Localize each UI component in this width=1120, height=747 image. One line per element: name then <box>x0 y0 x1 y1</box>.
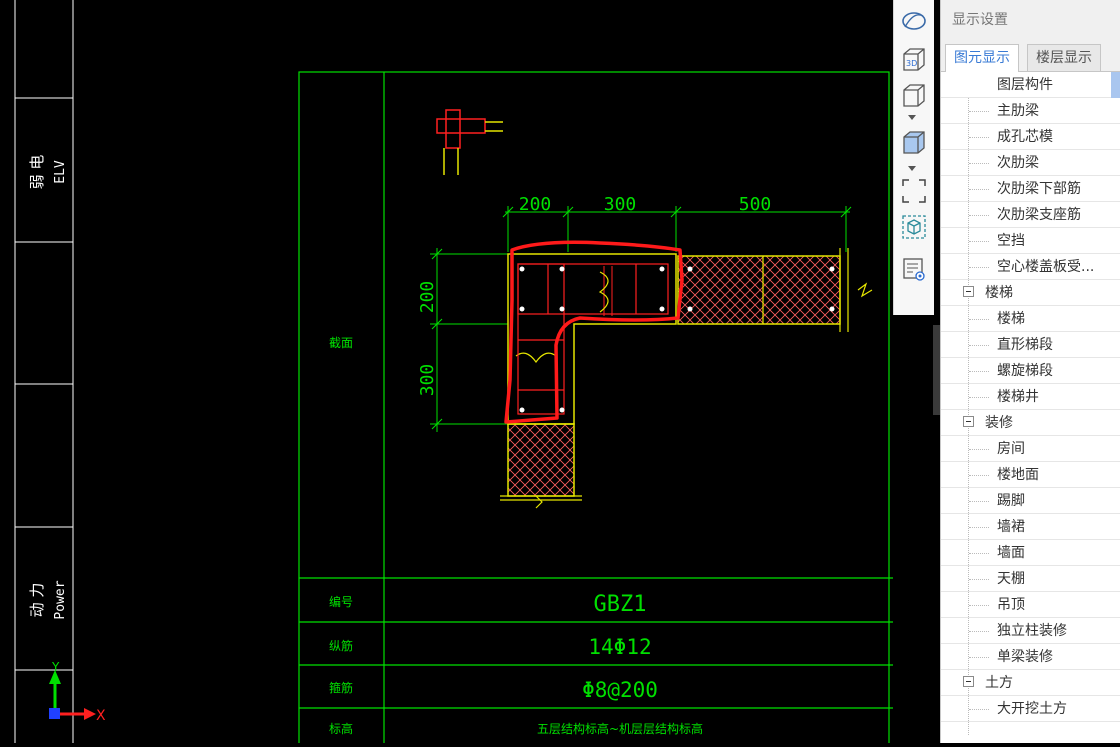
tree-item-dado[interactable]: 墙裙 <box>941 514 1120 540</box>
cube-view-icon <box>903 84 925 107</box>
tree-item-floor-finish[interactable]: 楼地面 <box>941 462 1120 488</box>
row-value-long-rebar: 14Φ12 <box>588 635 651 659</box>
panel-title: 显示设置 <box>941 0 1120 40</box>
view-3d-icon: 3D <box>903 48 925 71</box>
rebar-section <box>517 263 669 415</box>
collapse-icon[interactable] <box>963 676 974 687</box>
elv-label-en: ELV <box>53 160 68 184</box>
component-icon <box>902 215 926 239</box>
cube-view-button[interactable] <box>899 80 929 110</box>
tree-item-straight-flight[interactable]: 直形梯段 <box>941 332 1120 358</box>
elv-label-cn: 弱 电 <box>28 155 46 190</box>
tree-item-core-mold[interactable]: 成孔芯模 <box>941 124 1120 150</box>
section-label: 截面 <box>329 336 353 350</box>
table-labels: 截面 编号 GBZ1 纵筋 14Φ12 箍筋 Φ8@200 标高 五层结构标高~… <box>329 336 703 736</box>
tree-item-column-finish[interactable]: 独立柱装修 <box>941 618 1120 644</box>
dim-top-200: 200 <box>519 194 552 215</box>
marquee-icon <box>902 179 926 203</box>
view-toolbar: 3D <box>893 0 934 315</box>
tree-row-header[interactable]: 图层构件 <box>941 72 1120 98</box>
solid-cube-dropdown-icon[interactable] <box>908 166 916 171</box>
tab-element-display[interactable]: 图元显示 <box>945 44 1019 72</box>
row-label-elevation: 标高 <box>329 721 353 736</box>
panel-tabs: 图元显示 楼层显示 <box>941 40 1120 72</box>
solid-cube-button[interactable] <box>899 127 929 157</box>
tree-item-spiral-flight[interactable]: 螺旋梯段 <box>941 358 1120 384</box>
dim-left-200: 200 <box>417 281 438 314</box>
tree-item-stairwell[interactable]: 楼梯井 <box>941 384 1120 410</box>
tree-group-stairs[interactable]: 楼梯 <box>941 280 1120 306</box>
tree-scroll-thumb[interactable] <box>1111 72 1120 98</box>
tree-item-wall-finish[interactable]: 墙面 <box>941 540 1120 566</box>
tree-item-hollow-slab[interactable]: 空心楼盖板受... <box>941 254 1120 280</box>
power-label-cn: 动 力 <box>28 583 46 618</box>
axis-indicator: Y X <box>49 660 106 724</box>
collapse-icon[interactable] <box>963 416 974 427</box>
cad-viewport[interactable]: 弱 电 ELV 动 力 Power Y X 截面 编号 GBZ1 纵筋 14Φ1… <box>0 0 893 747</box>
tree-item-excavation[interactable]: 大开挖土方 <box>941 696 1120 722</box>
axis-x-label: X <box>96 708 106 724</box>
tree-item-room[interactable]: 房间 <box>941 436 1120 462</box>
cube-view-dropdown-icon[interactable] <box>908 115 916 120</box>
legend-strip <box>14 0 74 743</box>
orbit-icon <box>902 12 926 30</box>
tree-item-void-block[interactable]: 空挡 <box>941 228 1120 254</box>
tree-item-ceiling[interactable]: 天棚 <box>941 566 1120 592</box>
tree-group-decoration[interactable]: 装修 <box>941 410 1120 436</box>
splitter-handle[interactable] <box>933 325 940 415</box>
power-label-en: Power <box>53 580 68 619</box>
row-label-long-rebar: 纵筋 <box>329 638 353 653</box>
tree-item-main-rib-beam[interactable]: 主肋梁 <box>941 98 1120 124</box>
tree-item-stairs[interactable]: 楼梯 <box>941 306 1120 332</box>
dim-left-300: 300 <box>417 364 438 397</box>
power-label: 动 力 Power <box>28 580 68 619</box>
svg-text:3D: 3D <box>906 59 917 68</box>
orbit-button[interactable] <box>899 6 929 36</box>
tree-item-beam-finish[interactable]: 单梁装修 <box>941 644 1120 670</box>
row-value-stirrup: Φ8@200 <box>582 678 658 702</box>
tree-group-earthwork[interactable]: 土方 <box>941 670 1120 696</box>
display-settings-button[interactable] <box>899 254 929 284</box>
elv-label: 弱 电 ELV <box>28 155 68 190</box>
display-settings-panel: 显示设置 图元显示 楼层显示 图层构件 主肋梁 成孔芯模 次肋梁 次肋梁下部筋 … <box>940 0 1120 743</box>
tree-item-suspended-ceiling[interactable]: 吊顶 <box>941 592 1120 618</box>
component-button[interactable] <box>899 212 929 242</box>
solid-cube-icon <box>903 131 925 154</box>
plan-symbol <box>436 109 503 175</box>
layer-tree[interactable]: 图层构件 主肋梁 成孔芯模 次肋梁 次肋梁下部筋 次肋梁支座筋 空挡 空心楼盖板… <box>941 72 1120 743</box>
tree-item-secondary-beam-support-rebar[interactable]: 次肋梁支座筋 <box>941 202 1120 228</box>
row-label-id: 编号 <box>329 594 353 609</box>
dim-top-300: 300 <box>604 194 637 215</box>
marquee-button[interactable] <box>899 176 929 206</box>
row-value-elevation: 五层结构标高~机层层结构标高 <box>537 721 703 736</box>
cad-drawing[interactable]: 弱 电 ELV 动 力 Power Y X 截面 编号 GBZ1 纵筋 14Φ1… <box>0 0 893 747</box>
row-value-id: GBZ1 <box>594 592 647 617</box>
collapse-icon[interactable] <box>963 286 974 297</box>
axis-y-label: Y <box>51 660 60 674</box>
tree-item-secondary-rib-beam[interactable]: 次肋梁 <box>941 150 1120 176</box>
dim-top-500: 500 <box>739 194 772 215</box>
row-label-stirrup: 箍筋 <box>329 680 353 695</box>
tree-item-secondary-beam-bottom-rebar[interactable]: 次肋梁下部筋 <box>941 176 1120 202</box>
tree-item-skirting[interactable]: 踢脚 <box>941 488 1120 514</box>
tab-floor-display[interactable]: 楼层显示 <box>1027 44 1101 71</box>
highlight-stroke <box>504 240 684 424</box>
display-settings-icon <box>903 258 925 281</box>
view-3d-button[interactable]: 3D <box>899 44 929 74</box>
